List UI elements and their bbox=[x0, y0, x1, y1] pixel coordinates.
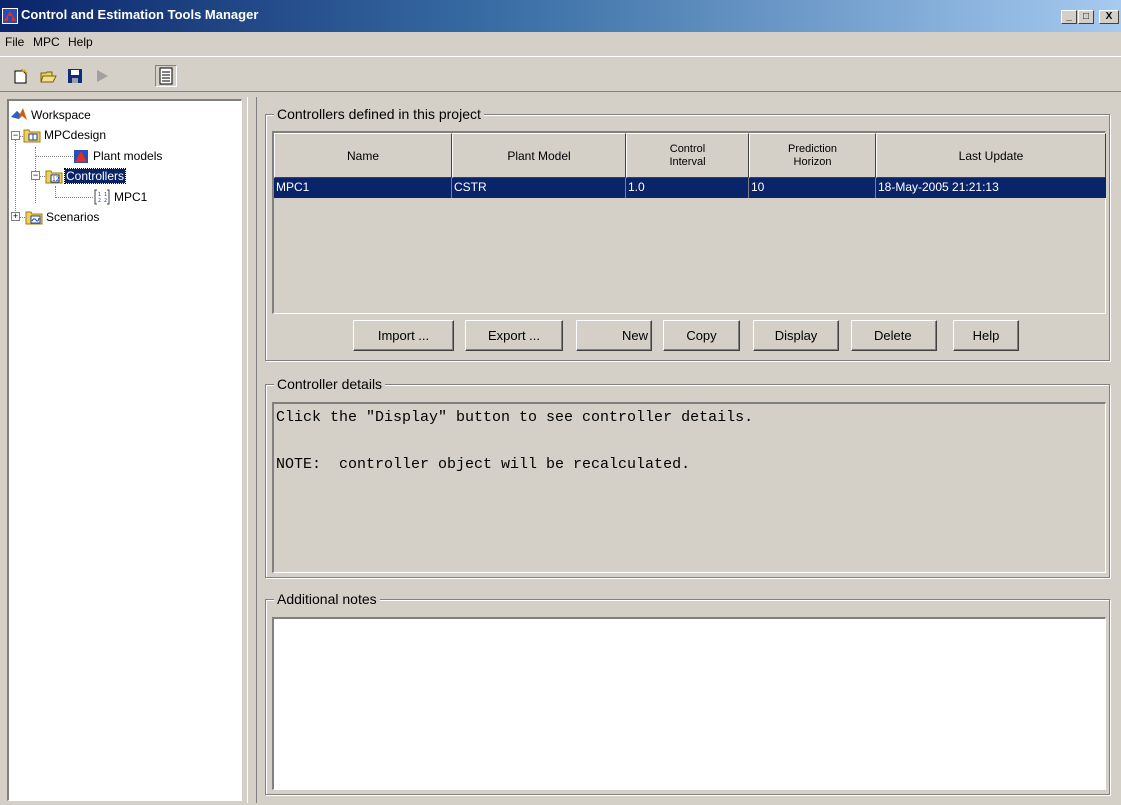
cell-plant-model[interactable]: CSTR bbox=[452, 178, 626, 198]
cell-name[interactable]: MPC1 bbox=[274, 178, 452, 198]
cell-control-interval[interactable]: 1.0 bbox=[626, 178, 749, 198]
new-icon bbox=[14, 68, 28, 84]
tree-label: Scenarios bbox=[46, 210, 100, 224]
run-button[interactable] bbox=[91, 65, 113, 87]
save-button[interactable] bbox=[64, 65, 86, 87]
tree-label: MPC1 bbox=[114, 190, 148, 204]
minimize-button[interactable]: _ bbox=[1061, 10, 1077, 24]
tree-guide bbox=[15, 131, 16, 221]
notes-toggle-button[interactable] bbox=[155, 65, 177, 87]
tree-item-controllers[interactable]: 12 Controllers bbox=[45, 167, 127, 185]
new-button[interactable]: New bbox=[576, 320, 652, 351]
details-line-1: Click the "Display" button to see contro… bbox=[276, 409, 754, 426]
cell-prediction-horizon[interactable]: 10 bbox=[749, 178, 876, 198]
tree-expander-mpcdesign[interactable]: − bbox=[11, 131, 20, 140]
notes-group-title: Additional notes bbox=[274, 591, 380, 607]
tree-item-plant-models[interactable]: Plant models bbox=[72, 147, 163, 165]
new-project-button[interactable] bbox=[10, 65, 32, 87]
table-header: Name Plant Model Control Interval Predic… bbox=[274, 133, 1106, 178]
column-header-name[interactable]: Name bbox=[274, 133, 452, 178]
delete-button[interactable]: Delete bbox=[851, 320, 937, 351]
details-line-2: NOTE: controller object will be recalcul… bbox=[276, 456, 691, 473]
notes-icon bbox=[159, 67, 173, 85]
tree-expander-scenarios[interactable]: + bbox=[11, 212, 20, 221]
tree-item-mpc1[interactable]: 1 1 2 2 MPC1 bbox=[93, 188, 148, 206]
export-button[interactable]: Export ... bbox=[465, 320, 563, 351]
title-bar[interactable]: Control and Estimation Tools Manager _ □… bbox=[0, 0, 1121, 32]
menu-file[interactable]: File bbox=[5, 35, 24, 49]
close-button[interactable]: X bbox=[1099, 10, 1119, 24]
project-icon bbox=[23, 129, 41, 143]
tree-label: Plant models bbox=[93, 149, 163, 163]
tree-label: Workspace bbox=[31, 108, 91, 122]
help-button[interactable]: Help bbox=[953, 320, 1019, 351]
toolbar bbox=[0, 56, 1121, 92]
scenarios-icon bbox=[25, 211, 43, 225]
display-button[interactable]: Display bbox=[753, 320, 839, 351]
column-header-prediction-horizon[interactable]: Prediction Horizon bbox=[749, 133, 876, 178]
column-header-control-interval[interactable]: Control Interval bbox=[626, 133, 749, 178]
run-icon bbox=[97, 70, 108, 82]
details-group-title: Controller details bbox=[274, 376, 386, 392]
tree-guide bbox=[55, 197, 93, 198]
controller-icon: 1 1 2 2 bbox=[94, 189, 110, 205]
notes-text-area[interactable] bbox=[272, 617, 1106, 790]
copy-button[interactable]: Copy bbox=[663, 320, 740, 351]
save-icon bbox=[68, 69, 82, 83]
tree-item-workspace[interactable]: Workspace bbox=[10, 106, 92, 124]
column-header-last-update[interactable]: Last Update bbox=[876, 133, 1106, 178]
table-row[interactable]: MPC1 CSTR 1.0 10 18-May-2005 21:21:13 bbox=[274, 178, 1106, 198]
tree-guide bbox=[35, 156, 73, 157]
menu-mpc[interactable]: MPC bbox=[33, 35, 60, 49]
controllers-icon: 12 bbox=[45, 170, 63, 184]
open-icon bbox=[40, 71, 57, 83]
column-header-plant-model[interactable]: Plant Model bbox=[452, 133, 626, 178]
project-tree[interactable]: − − + Workspace MPCdesign Plant models 1… bbox=[7, 99, 242, 801]
controllers-table[interactable]: Name Plant Model Control Interval Predic… bbox=[272, 131, 1106, 314]
plant-icon bbox=[74, 150, 88, 163]
cell-last-update[interactable]: 18-May-2005 21:21:13 bbox=[876, 178, 1106, 198]
tree-label: Controllers bbox=[63, 168, 127, 184]
svg-text:2 2: 2 2 bbox=[98, 198, 107, 204]
window-title: Control and Estimation Tools Manager bbox=[21, 7, 259, 22]
import-button[interactable]: Import ... bbox=[353, 320, 454, 351]
simulink-app-icon bbox=[2, 8, 18, 24]
panel-splitter[interactable] bbox=[247, 97, 257, 803]
tree-label: MPCdesign bbox=[44, 128, 107, 142]
matlab-icon bbox=[11, 108, 27, 120]
controllers-group-title: Controllers defined in this project bbox=[274, 106, 484, 122]
details-text-area[interactable]: Click the "Display" button to see contro… bbox=[272, 402, 1106, 573]
tree-item-scenarios[interactable]: Scenarios bbox=[25, 208, 100, 226]
menu-bar: File MPC Help bbox=[0, 32, 1121, 54]
svg-text:12: 12 bbox=[52, 176, 60, 183]
maximize-button[interactable]: □ bbox=[1078, 10, 1094, 24]
open-button[interactable] bbox=[38, 65, 60, 87]
menu-help[interactable]: Help bbox=[68, 35, 93, 49]
tree-item-mpcdesign[interactable]: MPCdesign bbox=[23, 126, 107, 144]
tree-expander-controllers[interactable]: − bbox=[31, 171, 40, 180]
